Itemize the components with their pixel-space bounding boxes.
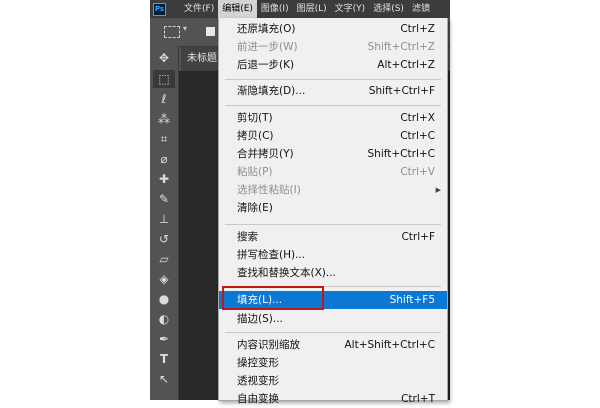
chevron-down-icon[interactable]: ▾ xyxy=(183,24,187,33)
blur-icon[interactable]: ● xyxy=(153,290,175,308)
menu-edit[interactable]: 编辑(E) xyxy=(218,0,257,18)
menu-separator xyxy=(225,105,441,106)
menu-item-content-aware-scale[interactable]: 内容识别缩放 Alt+Shift+Ctrl+C xyxy=(219,336,447,354)
lasso-icon[interactable]: ℓ xyxy=(153,90,175,108)
menu-item-cut[interactable]: 剪切(T) Ctrl+X xyxy=(219,109,447,127)
menu-item-undo-fill[interactable]: 还原填充(O) Ctrl+Z xyxy=(219,20,447,38)
menu-item-fade-fill[interactable]: 渐隐填充(D)... Shift+Ctrl+F xyxy=(219,82,447,100)
type-icon[interactable]: T xyxy=(153,350,175,368)
history-brush-icon[interactable]: ↺ xyxy=(153,230,175,248)
menu-item-stroke[interactable]: 描边(S)... xyxy=(219,310,447,328)
pen-icon[interactable]: ✒ xyxy=(153,330,175,348)
menu-item-copy-merged[interactable]: 合并拷贝(Y) Shift+Ctrl+C xyxy=(219,145,447,163)
menu-layer[interactable]: 图层(L) xyxy=(293,0,331,18)
menu-image[interactable]: 图像(I) xyxy=(257,0,293,18)
crop-icon[interactable]: ⌗ xyxy=(153,130,175,148)
menu-separator xyxy=(225,224,441,225)
marquee-preset-icon[interactable] xyxy=(164,26,180,38)
menu-item-search[interactable]: 搜索 Ctrl+F xyxy=(219,228,447,246)
marquee-icon[interactable]: ⬚ xyxy=(153,70,175,88)
menu-item-copy[interactable]: 拷贝(C) Ctrl+C xyxy=(219,127,447,145)
magic-wand-icon[interactable]: ⁂ xyxy=(153,110,175,128)
menu-separator xyxy=(225,79,441,80)
menu-item-perspective-warp[interactable]: 透视变形 xyxy=(219,372,447,390)
menu-item-find-replace-text[interactable]: 查找和替换文本(X)... xyxy=(219,264,447,282)
tools-panel: ✥ ⬚ ℓ ⁂ ⌗ ⌀ ✚ ✎ ⊥ ↺ ▱ ◈ ● ◐ ✒ T ↖ xyxy=(150,46,179,400)
menu-type[interactable]: 文字(Y) xyxy=(331,0,370,18)
submenu-arrow-icon: ▶ xyxy=(435,186,441,194)
menu-item-puppet-warp[interactable]: 操控变形 xyxy=(219,354,447,372)
menu-file[interactable]: 文件(F) xyxy=(180,0,218,18)
menu-bar: Ps 文件(F) 编辑(E) 图像(I) 图层(L) 文字(Y) 选择(S) 滤… xyxy=(150,0,450,18)
menu-item-fill[interactable]: 填充(L)... Shift+F5 xyxy=(219,291,447,309)
photoshop-logo: Ps xyxy=(153,2,166,16)
brush-icon[interactable]: ✎ xyxy=(153,190,175,208)
healing-brush-icon[interactable]: ✚ xyxy=(153,170,175,188)
paint-bucket-icon[interactable]: ◈ xyxy=(153,270,175,288)
dodge-icon[interactable]: ◐ xyxy=(153,310,175,328)
menu-item-step-backward[interactable]: 后退一步(K) Alt+Ctrl+Z xyxy=(219,56,447,74)
menu-separator xyxy=(225,332,441,333)
move-icon[interactable]: ✥ xyxy=(153,49,175,67)
menu-item-clear[interactable]: 清除(E) xyxy=(219,199,447,217)
menu-select[interactable]: 选择(S) xyxy=(369,0,408,18)
menu-item-paste[interactable]: 粘贴(P) Ctrl+V xyxy=(219,163,447,181)
stamp-icon[interactable]: ⊥ xyxy=(153,210,175,228)
menu-item-free-transform[interactable]: 自由变换 Ctrl+T xyxy=(219,390,447,408)
menu-item-step-forward[interactable]: 前进一步(W) Shift+Ctrl+Z xyxy=(219,38,447,56)
menu-filter[interactable]: 滤镜 xyxy=(408,0,434,18)
menu-item-check-spelling[interactable]: 拼写检查(H)... xyxy=(219,246,447,264)
eyedropper-icon[interactable]: ⌀ xyxy=(153,150,175,168)
eraser-icon[interactable]: ▱ xyxy=(153,250,175,268)
menu-item-paste-special[interactable]: 选择性粘贴(I) ▶ xyxy=(219,181,447,199)
path-selection-icon[interactable]: ↖ xyxy=(153,370,175,388)
menu-separator xyxy=(225,286,441,287)
edit-menu-dropdown: 还原填充(O) Ctrl+Z 前进一步(W) Shift+Ctrl+Z 后退一步… xyxy=(218,18,448,405)
new-selection-icon[interactable] xyxy=(206,27,215,36)
